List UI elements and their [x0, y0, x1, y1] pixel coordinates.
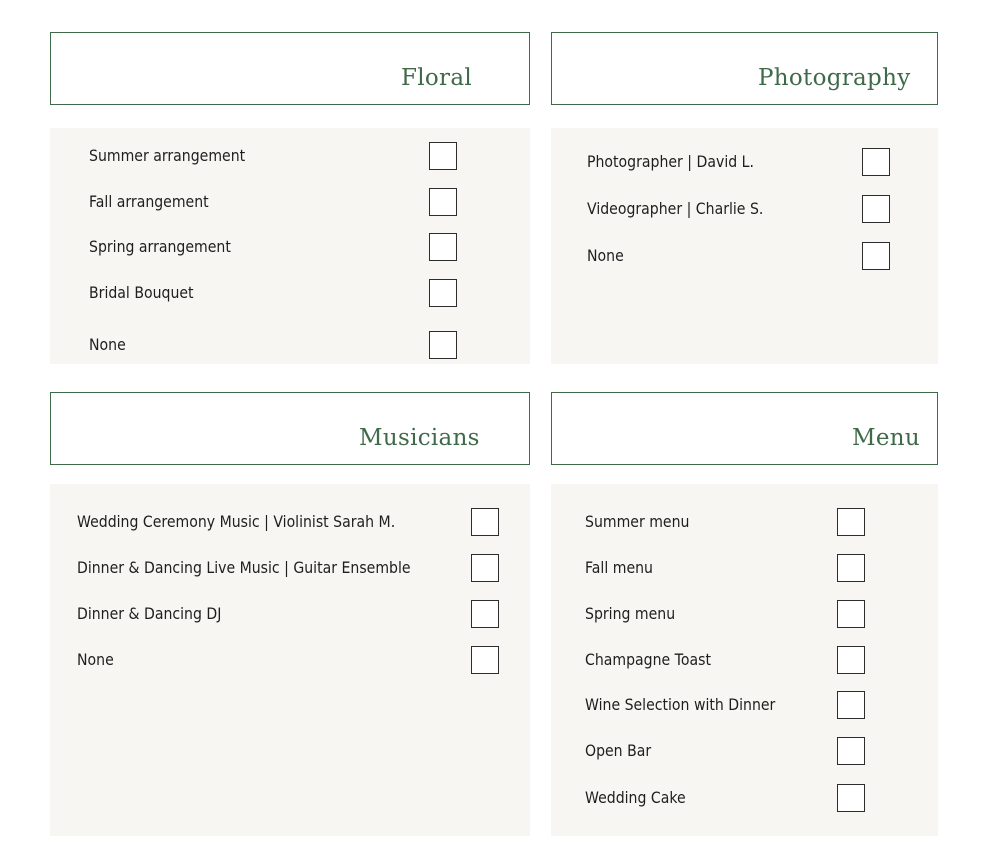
- floral-option-spring-arrangement: Spring arrangement: [89, 233, 459, 261]
- menu-option-champagne-toast: Champagne Toast: [585, 646, 867, 674]
- floral-checkbox-fall-arrangement[interactable]: [429, 188, 457, 216]
- option-label: Wine Selection with Dinner: [585, 695, 776, 714]
- menu-option-wine-selection: Wine Selection with Dinner: [585, 691, 867, 719]
- menu-title: Menu: [852, 425, 920, 451]
- menu-option-open-bar: Open Bar: [585, 737, 867, 765]
- option-label: None: [89, 335, 126, 354]
- floral-option-summer-arrangement: Summer arrangement: [89, 142, 459, 170]
- musicians-option-guitar-ensemble: Dinner & Dancing Live Music | Guitar Ens…: [77, 554, 499, 582]
- menu-checkbox-wedding-cake[interactable]: [837, 784, 865, 812]
- photography-header: Photography: [551, 32, 938, 105]
- option-label: Fall arrangement: [89, 192, 209, 211]
- floral-title: Floral: [401, 65, 473, 91]
- musicians-option-dj: Dinner & Dancing DJ: [77, 600, 499, 628]
- musicians-panel: Wedding Ceremony Music | Violinist Sarah…: [50, 484, 530, 836]
- photography-checkbox-videographer[interactable]: [862, 195, 890, 223]
- musicians-title: Musicians: [359, 425, 480, 451]
- option-label: Summer menu: [585, 512, 690, 531]
- option-label: None: [77, 650, 114, 669]
- musicians-checkbox-ceremony-violinist[interactable]: [471, 508, 499, 536]
- option-label: Photographer | David L.: [587, 152, 754, 171]
- musicians-checkbox-guitar-ensemble[interactable]: [471, 554, 499, 582]
- option-label: Champagne Toast: [585, 650, 711, 669]
- option-label: Dinner & Dancing Live Music | Guitar Ens…: [77, 558, 411, 577]
- option-label: Wedding Cake: [585, 788, 686, 807]
- musicians-option-none: None: [77, 646, 499, 674]
- photography-option-none: None: [587, 242, 892, 270]
- photography-option-videographer: Videographer | Charlie S.: [587, 195, 892, 223]
- menu-checkbox-wine-selection[interactable]: [837, 691, 865, 719]
- floral-checkbox-bridal-bouquet[interactable]: [429, 279, 457, 307]
- menu-option-wedding-cake: Wedding Cake: [585, 784, 867, 812]
- floral-checkbox-spring-arrangement[interactable]: [429, 233, 457, 261]
- photography-checkbox-none[interactable]: [862, 242, 890, 270]
- photography-panel: Photographer | David L. Videographer | C…: [551, 128, 938, 364]
- photography-title: Photography: [758, 65, 911, 91]
- option-label: Spring menu: [585, 604, 676, 623]
- floral-checkbox-summer-arrangement[interactable]: [429, 142, 457, 170]
- musicians-option-ceremony-violinist: Wedding Ceremony Music | Violinist Sarah…: [77, 508, 499, 536]
- option-label: Videographer | Charlie S.: [587, 199, 764, 218]
- floral-header: Floral: [50, 32, 530, 105]
- floral-option-none: None: [89, 331, 459, 359]
- menu-option-fall-menu: Fall menu: [585, 554, 867, 582]
- photography-checkbox-photographer[interactable]: [862, 148, 890, 176]
- photography-option-photographer: Photographer | David L.: [587, 148, 892, 176]
- floral-option-bridal-bouquet: Bridal Bouquet: [89, 279, 459, 307]
- option-label: Dinner & Dancing DJ: [77, 604, 222, 623]
- menu-checkbox-summer-menu[interactable]: [837, 508, 865, 536]
- musicians-header: Musicians: [50, 392, 530, 465]
- menu-checkbox-fall-menu[interactable]: [837, 554, 865, 582]
- option-label: Spring arrangement: [89, 237, 231, 256]
- menu-checkbox-champagne-toast[interactable]: [837, 646, 865, 674]
- menu-option-summer-menu: Summer menu: [585, 508, 867, 536]
- option-label: Bridal Bouquet: [89, 283, 194, 302]
- floral-checkbox-none[interactable]: [429, 331, 457, 359]
- musicians-checkbox-dj[interactable]: [471, 600, 499, 628]
- menu-option-spring-menu: Spring menu: [585, 600, 867, 628]
- menu-checkbox-open-bar[interactable]: [837, 737, 865, 765]
- option-label: Fall menu: [585, 558, 653, 577]
- floral-panel: Summer arrangement Fall arrangement Spri…: [50, 128, 530, 364]
- musicians-checkbox-none[interactable]: [471, 646, 499, 674]
- option-label: Wedding Ceremony Music | Violinist Sarah…: [77, 512, 396, 531]
- option-label: Open Bar: [585, 741, 652, 760]
- option-label: None: [587, 246, 624, 265]
- floral-option-fall-arrangement: Fall arrangement: [89, 188, 459, 216]
- menu-checkbox-spring-menu[interactable]: [837, 600, 865, 628]
- menu-panel: Summer menu Fall menu Spring menu Champa…: [551, 484, 938, 836]
- option-label: Summer arrangement: [89, 146, 246, 165]
- menu-header: Menu: [551, 392, 938, 465]
